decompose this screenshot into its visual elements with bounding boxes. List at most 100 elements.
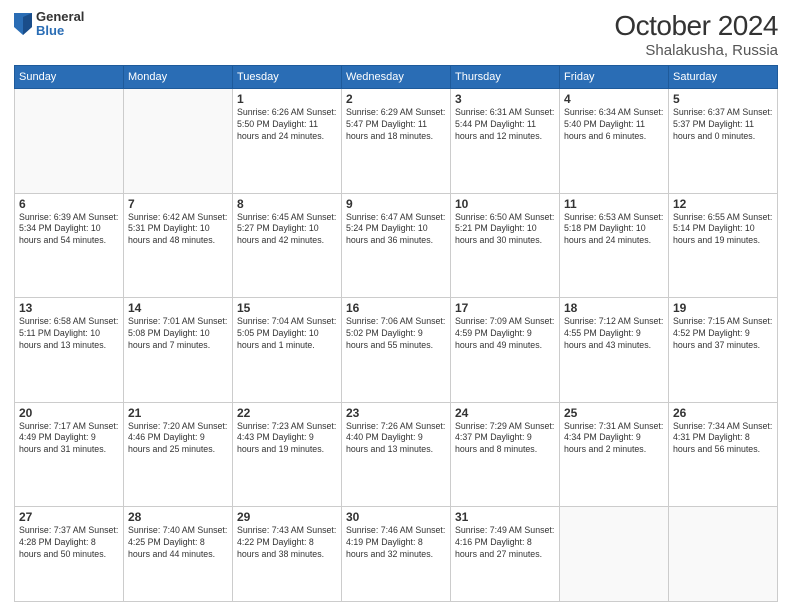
day-number: 17 — [455, 301, 555, 315]
calendar-day: 9Sunrise: 6:47 AM Sunset: 5:24 PM Daylig… — [342, 193, 451, 298]
day-detail: Sunrise: 6:31 AM Sunset: 5:44 PM Dayligh… — [455, 107, 555, 143]
day-detail: Sunrise: 6:47 AM Sunset: 5:24 PM Dayligh… — [346, 212, 446, 248]
day-detail: Sunrise: 7:26 AM Sunset: 4:40 PM Dayligh… — [346, 421, 446, 457]
calendar-day: 31Sunrise: 7:49 AM Sunset: 4:16 PM Dayli… — [451, 507, 560, 602]
day-number: 6 — [19, 197, 119, 211]
calendar-day: 19Sunrise: 7:15 AM Sunset: 4:52 PM Dayli… — [669, 298, 778, 403]
title-section: October 2024 Shalakusha, Russia — [614, 10, 778, 59]
calendar-day — [560, 507, 669, 602]
day-header-monday: Monday — [124, 66, 233, 89]
day-number: 7 — [128, 197, 228, 211]
calendar-week-3: 20Sunrise: 7:17 AM Sunset: 4:49 PM Dayli… — [15, 402, 778, 507]
day-number: 23 — [346, 406, 446, 420]
calendar-day: 27Sunrise: 7:37 AM Sunset: 4:28 PM Dayli… — [15, 507, 124, 602]
day-number: 14 — [128, 301, 228, 315]
calendar-day: 6Sunrise: 6:39 AM Sunset: 5:34 PM Daylig… — [15, 193, 124, 298]
calendar-day: 25Sunrise: 7:31 AM Sunset: 4:34 PM Dayli… — [560, 402, 669, 507]
day-header-wednesday: Wednesday — [342, 66, 451, 89]
day-detail: Sunrise: 7:23 AM Sunset: 4:43 PM Dayligh… — [237, 421, 337, 457]
calendar-day: 4Sunrise: 6:34 AM Sunset: 5:40 PM Daylig… — [560, 89, 669, 194]
day-number: 15 — [237, 301, 337, 315]
calendar-week-4: 27Sunrise: 7:37 AM Sunset: 4:28 PM Dayli… — [15, 507, 778, 602]
day-detail: Sunrise: 7:17 AM Sunset: 4:49 PM Dayligh… — [19, 421, 119, 457]
day-number: 19 — [673, 301, 773, 315]
day-number: 27 — [19, 510, 119, 524]
calendar-day: 20Sunrise: 7:17 AM Sunset: 4:49 PM Dayli… — [15, 402, 124, 507]
day-number: 5 — [673, 92, 773, 106]
day-number: 25 — [564, 406, 664, 420]
calendar-week-0: 1Sunrise: 6:26 AM Sunset: 5:50 PM Daylig… — [15, 89, 778, 194]
calendar-day: 5Sunrise: 6:37 AM Sunset: 5:37 PM Daylig… — [669, 89, 778, 194]
logo-text: General Blue — [36, 10, 84, 39]
day-detail: Sunrise: 6:42 AM Sunset: 5:31 PM Dayligh… — [128, 212, 228, 248]
day-detail: Sunrise: 6:55 AM Sunset: 5:14 PM Dayligh… — [673, 212, 773, 248]
day-header-sunday: Sunday — [15, 66, 124, 89]
calendar-day: 1Sunrise: 6:26 AM Sunset: 5:50 PM Daylig… — [233, 89, 342, 194]
logo-blue: Blue — [36, 24, 84, 38]
calendar-week-1: 6Sunrise: 6:39 AM Sunset: 5:34 PM Daylig… — [15, 193, 778, 298]
day-number: 28 — [128, 510, 228, 524]
calendar-day: 10Sunrise: 6:50 AM Sunset: 5:21 PM Dayli… — [451, 193, 560, 298]
logo: General Blue — [14, 10, 84, 39]
calendar-day: 26Sunrise: 7:34 AM Sunset: 4:31 PM Dayli… — [669, 402, 778, 507]
day-detail: Sunrise: 6:53 AM Sunset: 5:18 PM Dayligh… — [564, 212, 664, 248]
day-number: 22 — [237, 406, 337, 420]
page: General Blue October 2024 Shalakusha, Ru… — [0, 0, 792, 612]
calendar-day — [15, 89, 124, 194]
day-number: 31 — [455, 510, 555, 524]
day-detail: Sunrise: 6:26 AM Sunset: 5:50 PM Dayligh… — [237, 107, 337, 143]
calendar-day: 11Sunrise: 6:53 AM Sunset: 5:18 PM Dayli… — [560, 193, 669, 298]
day-number: 11 — [564, 197, 664, 211]
day-detail: Sunrise: 7:49 AM Sunset: 4:16 PM Dayligh… — [455, 525, 555, 561]
calendar-day: 16Sunrise: 7:06 AM Sunset: 5:02 PM Dayli… — [342, 298, 451, 403]
day-detail: Sunrise: 7:46 AM Sunset: 4:19 PM Dayligh… — [346, 525, 446, 561]
day-header-tuesday: Tuesday — [233, 66, 342, 89]
day-detail: Sunrise: 7:12 AM Sunset: 4:55 PM Dayligh… — [564, 316, 664, 352]
day-number: 12 — [673, 197, 773, 211]
calendar-day — [124, 89, 233, 194]
day-detail: Sunrise: 7:40 AM Sunset: 4:25 PM Dayligh… — [128, 525, 228, 561]
day-detail: Sunrise: 6:58 AM Sunset: 5:11 PM Dayligh… — [19, 316, 119, 352]
calendar-day: 14Sunrise: 7:01 AM Sunset: 5:08 PM Dayli… — [124, 298, 233, 403]
day-header-friday: Friday — [560, 66, 669, 89]
day-number: 20 — [19, 406, 119, 420]
day-number: 21 — [128, 406, 228, 420]
day-detail: Sunrise: 7:09 AM Sunset: 4:59 PM Dayligh… — [455, 316, 555, 352]
day-detail: Sunrise: 7:31 AM Sunset: 4:34 PM Dayligh… — [564, 421, 664, 457]
day-detail: Sunrise: 7:43 AM Sunset: 4:22 PM Dayligh… — [237, 525, 337, 561]
day-number: 18 — [564, 301, 664, 315]
calendar-day: 13Sunrise: 6:58 AM Sunset: 5:11 PM Dayli… — [15, 298, 124, 403]
calendar-day: 21Sunrise: 7:20 AM Sunset: 4:46 PM Dayli… — [124, 402, 233, 507]
day-detail: Sunrise: 7:37 AM Sunset: 4:28 PM Dayligh… — [19, 525, 119, 561]
day-detail: Sunrise: 7:20 AM Sunset: 4:46 PM Dayligh… — [128, 421, 228, 457]
day-detail: Sunrise: 6:37 AM Sunset: 5:37 PM Dayligh… — [673, 107, 773, 143]
calendar-day: 3Sunrise: 6:31 AM Sunset: 5:44 PM Daylig… — [451, 89, 560, 194]
calendar-day — [669, 507, 778, 602]
day-detail: Sunrise: 7:04 AM Sunset: 5:05 PM Dayligh… — [237, 316, 337, 352]
day-number: 26 — [673, 406, 773, 420]
day-detail: Sunrise: 7:15 AM Sunset: 4:52 PM Dayligh… — [673, 316, 773, 352]
title-month: October 2024 — [614, 10, 778, 42]
day-number: 13 — [19, 301, 119, 315]
day-detail: Sunrise: 7:34 AM Sunset: 4:31 PM Dayligh… — [673, 421, 773, 457]
day-detail: Sunrise: 6:34 AM Sunset: 5:40 PM Dayligh… — [564, 107, 664, 143]
day-number: 2 — [346, 92, 446, 106]
day-detail: Sunrise: 7:06 AM Sunset: 5:02 PM Dayligh… — [346, 316, 446, 352]
day-detail: Sunrise: 6:50 AM Sunset: 5:21 PM Dayligh… — [455, 212, 555, 248]
calendar-table: SundayMondayTuesdayWednesdayThursdayFrid… — [14, 65, 778, 602]
calendar-week-2: 13Sunrise: 6:58 AM Sunset: 5:11 PM Dayli… — [15, 298, 778, 403]
calendar-day: 2Sunrise: 6:29 AM Sunset: 5:47 PM Daylig… — [342, 89, 451, 194]
day-number: 29 — [237, 510, 337, 524]
calendar-day: 15Sunrise: 7:04 AM Sunset: 5:05 PM Dayli… — [233, 298, 342, 403]
header: General Blue October 2024 Shalakusha, Ru… — [14, 10, 778, 59]
day-number: 16 — [346, 301, 446, 315]
calendar-day: 12Sunrise: 6:55 AM Sunset: 5:14 PM Dayli… — [669, 193, 778, 298]
calendar-day: 28Sunrise: 7:40 AM Sunset: 4:25 PM Dayli… — [124, 507, 233, 602]
day-detail: Sunrise: 7:29 AM Sunset: 4:37 PM Dayligh… — [455, 421, 555, 457]
calendar-day: 8Sunrise: 6:45 AM Sunset: 5:27 PM Daylig… — [233, 193, 342, 298]
day-number: 10 — [455, 197, 555, 211]
calendar-day: 30Sunrise: 7:46 AM Sunset: 4:19 PM Dayli… — [342, 507, 451, 602]
day-number: 24 — [455, 406, 555, 420]
logo-general: General — [36, 10, 84, 24]
day-number: 8 — [237, 197, 337, 211]
